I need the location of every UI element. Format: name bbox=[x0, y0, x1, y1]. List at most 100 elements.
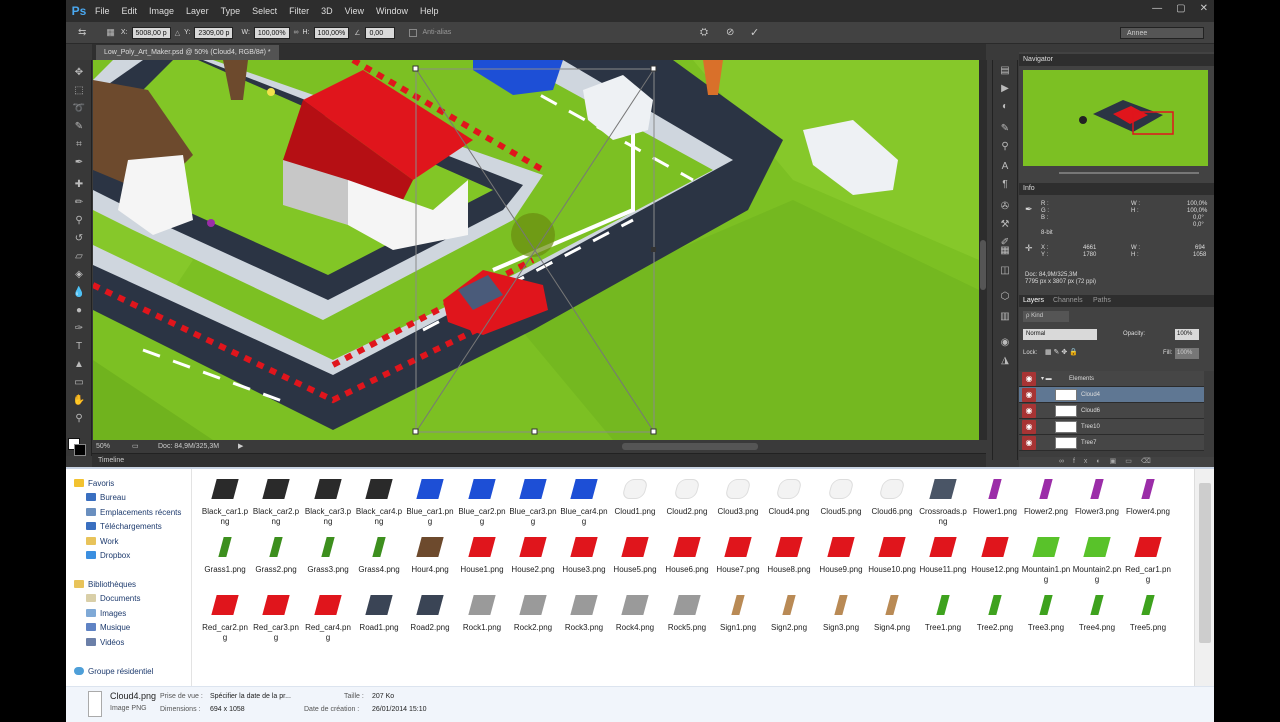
file-item[interactable]: Grass1.png bbox=[200, 533, 250, 575]
file-item[interactable]: Cloud2.png bbox=[662, 475, 712, 517]
nav-documents[interactable]: Documents bbox=[86, 594, 140, 603]
file-item[interactable]: House8.png bbox=[764, 533, 814, 575]
file-item[interactable]: Blue_car1.png bbox=[405, 475, 455, 527]
nav-groupe[interactable]: Groupe résidentiel bbox=[74, 667, 153, 676]
details-prise-value[interactable]: Spécifier la date de la pr... bbox=[210, 693, 291, 700]
file-item[interactable]: Grass2.png bbox=[251, 533, 301, 575]
file-item[interactable]: House11.png bbox=[918, 533, 968, 575]
file-list-scroll-thumb[interactable] bbox=[1199, 483, 1211, 643]
file-item[interactable]: Cloud5.png bbox=[816, 475, 866, 517]
file-item[interactable]: Road1.png bbox=[354, 591, 404, 633]
quick-select-tool-icon[interactable]: ✎ bbox=[71, 120, 87, 134]
file-item[interactable]: Grass3.png bbox=[303, 533, 353, 575]
color-panel-icon[interactable]: ◫ bbox=[997, 264, 1013, 278]
file-list-scrollbar[interactable] bbox=[1194, 469, 1214, 686]
close-button[interactable]: ✕ bbox=[1200, 3, 1208, 14]
fill-field[interactable]: 100% bbox=[1175, 348, 1199, 359]
actions-panel-icon[interactable]: ▶ bbox=[997, 82, 1013, 96]
dodge-tool-icon[interactable]: ● bbox=[71, 304, 87, 318]
move-tool-icon[interactable]: ✥ bbox=[71, 66, 87, 80]
brush-tool-icon[interactable]: ✏ bbox=[71, 196, 87, 210]
nav-work[interactable]: Work bbox=[86, 537, 119, 546]
expand-arrow-icon[interactable]: ▶ bbox=[238, 440, 243, 453]
horizontal-scroll-thumb[interactable] bbox=[622, 443, 758, 450]
nav-favoris[interactable]: Favoris bbox=[74, 479, 114, 488]
file-item[interactable]: Red_car1.png bbox=[1123, 533, 1173, 585]
layer-group-row[interactable]: ◉ ▾ ▬ Elements bbox=[1019, 371, 1204, 387]
menu-type[interactable]: Type bbox=[215, 6, 247, 16]
history-panel-icon[interactable]: ▤ bbox=[997, 64, 1013, 78]
h-field[interactable]: 100,00% bbox=[313, 26, 350, 39]
nav-videos[interactable]: Vidéos bbox=[86, 638, 124, 647]
file-item[interactable]: House5.png bbox=[610, 533, 660, 575]
file-item[interactable]: Flower1.png bbox=[970, 475, 1020, 517]
marquee-tool-icon[interactable]: ⬚ bbox=[71, 84, 87, 98]
warp-icon[interactable]: ⛭ bbox=[700, 27, 708, 38]
workspace-dropdown[interactable]: Annee bbox=[1120, 27, 1204, 39]
file-item[interactable]: Cloud6.png bbox=[867, 475, 917, 517]
file-item[interactable]: Red_car2.png bbox=[200, 591, 250, 643]
lock-icons[interactable]: ▦ ✎ ✥ 🔒 bbox=[1045, 349, 1078, 356]
file-item[interactable]: Red_car3.png bbox=[251, 591, 301, 643]
minimize-button[interactable]: — bbox=[1152, 3, 1162, 14]
adjustments-panel-icon[interactable]: ◐ bbox=[997, 100, 1013, 114]
file-item[interactable]: Black_car3.png bbox=[303, 475, 353, 527]
timeline-panel-tab[interactable]: Timeline bbox=[92, 453, 986, 467]
file-item[interactable]: Grass4.png bbox=[354, 533, 404, 575]
file-item[interactable]: Black_car2.png bbox=[251, 475, 301, 527]
layer-row[interactable]: ◉ Tree10 bbox=[1019, 419, 1204, 435]
layer-row[interactable]: ◉ Tree7 bbox=[1019, 435, 1204, 451]
menu-file[interactable]: File bbox=[89, 6, 116, 16]
nav-images[interactable]: Images bbox=[86, 609, 126, 618]
file-item[interactable]: Tree2.png bbox=[970, 591, 1020, 633]
menu-view[interactable]: View bbox=[339, 6, 370, 16]
file-item[interactable]: Red_car4.png bbox=[303, 591, 353, 643]
file-item[interactable]: Sign1.png bbox=[713, 591, 763, 633]
document-canvas[interactable] bbox=[93, 60, 979, 440]
menu-window[interactable]: Window bbox=[370, 6, 414, 16]
path-select-tool-icon[interactable]: ▲ bbox=[71, 358, 87, 372]
timeline-panel-icon[interactable]: ▥ bbox=[997, 310, 1013, 324]
pen-tool-icon[interactable]: ✑ bbox=[71, 322, 87, 336]
bucket-tool-icon[interactable]: ◈ bbox=[71, 268, 87, 282]
3d-panel-icon[interactable]: ⬡ bbox=[997, 290, 1013, 304]
y-field[interactable]: 2309,00 p bbox=[194, 26, 234, 39]
file-item[interactable]: House2.png bbox=[508, 533, 558, 575]
visibility-eye-icon[interactable]: ◉ bbox=[1022, 420, 1036, 434]
info-tab[interactable]: Info bbox=[1023, 183, 1035, 195]
file-item[interactable]: Flower4.png bbox=[1123, 475, 1173, 517]
navigator-zoom-slider[interactable] bbox=[1059, 172, 1199, 174]
menu-select[interactable]: Select bbox=[246, 6, 283, 16]
nav-telechargements[interactable]: Téléchargements bbox=[86, 522, 162, 531]
nav-dropbox[interactable]: Dropbox bbox=[86, 551, 130, 560]
nav-emplacements[interactable]: Emplacements récents bbox=[86, 508, 181, 517]
brush-panel-icon[interactable]: ✎ bbox=[997, 122, 1013, 136]
file-item[interactable]: Flower3.png bbox=[1072, 475, 1122, 517]
menu-help[interactable]: Help bbox=[414, 6, 445, 16]
type-tool-icon[interactable]: T bbox=[71, 340, 87, 354]
nav-musique[interactable]: Musique bbox=[86, 623, 130, 632]
file-item[interactable]: House6.png bbox=[662, 533, 712, 575]
navigator-preview[interactable] bbox=[1023, 70, 1208, 166]
swatches-panel-icon[interactable]: ▦ bbox=[997, 244, 1013, 258]
x-field[interactable]: 5008,00 p bbox=[131, 26, 171, 39]
visibility-eye-icon[interactable]: ◉ bbox=[1022, 372, 1036, 386]
document-tab[interactable]: Low_Poly_Art_Maker.psd @ 50% (Cloud4, RG… bbox=[96, 45, 279, 60]
file-item[interactable]: House9.png bbox=[816, 533, 866, 575]
nav-bibliotheques[interactable]: Bibliothèques bbox=[74, 580, 136, 589]
paths-tab[interactable]: Paths bbox=[1093, 295, 1111, 307]
link-icon[interactable]: ∞ bbox=[294, 29, 299, 36]
file-item[interactable]: House10.png bbox=[867, 533, 917, 575]
file-item[interactable]: Tree3.png bbox=[1021, 591, 1071, 633]
navigator-tab[interactable]: Navigator bbox=[1023, 54, 1053, 66]
blend-mode-dropdown[interactable]: Normal bbox=[1023, 329, 1097, 340]
paragraph-panel-icon[interactable]: ¶ bbox=[997, 178, 1013, 192]
zoom-tool-icon[interactable]: ⚲ bbox=[71, 412, 87, 426]
menu-3d[interactable]: 3D bbox=[315, 6, 339, 16]
file-item[interactable]: Black_car1.png bbox=[200, 475, 250, 527]
zoom-level[interactable]: 50% bbox=[96, 440, 110, 453]
menu-image[interactable]: Image bbox=[143, 6, 180, 16]
healing-tool-icon[interactable]: ✚ bbox=[71, 178, 87, 192]
shape-tool-icon[interactable]: ▭ bbox=[71, 376, 87, 390]
file-item[interactable]: House12.png bbox=[970, 533, 1020, 575]
